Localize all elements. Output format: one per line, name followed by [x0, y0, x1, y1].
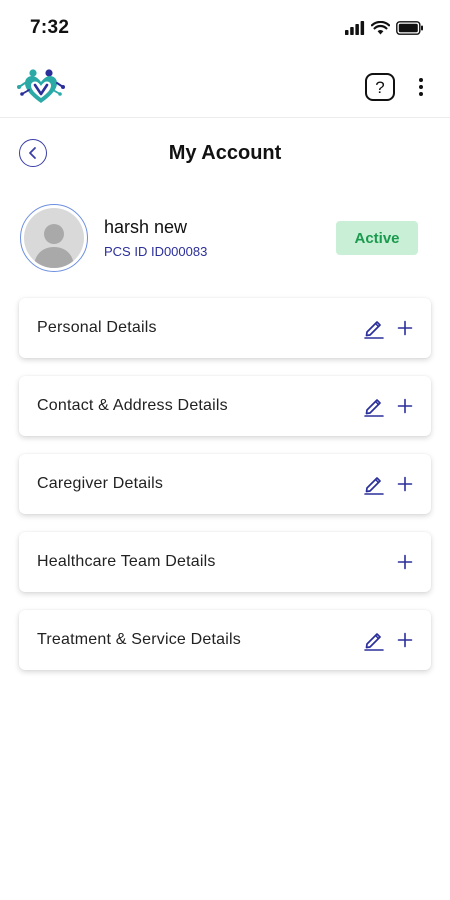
section-healthcare-team-details[interactable]: Healthcare Team Details — [19, 532, 431, 592]
plus-icon — [397, 476, 413, 492]
section-actions — [363, 629, 413, 651]
section-actions — [397, 554, 413, 570]
status-icons — [345, 21, 424, 35]
account-sections: Personal Details Contact & Address Detai… — [0, 298, 450, 670]
edit-caregiver-details-button[interactable] — [363, 473, 385, 495]
section-label: Caregiver Details — [37, 475, 164, 492]
section-actions — [363, 317, 413, 339]
profile-summary: harsh new PCS ID ID000083 Active — [0, 188, 450, 288]
expand-contact-address-button[interactable] — [397, 398, 413, 414]
page-title-bar: My Account — [0, 118, 450, 188]
section-contact-address-details[interactable]: Contact & Address Details — [19, 376, 431, 436]
help-symbol: ? — [375, 78, 384, 97]
profile-text: harsh new PCS ID ID000083 — [104, 217, 336, 259]
avatar-placeholder — [24, 208, 84, 268]
battery-icon — [396, 21, 423, 35]
section-label: Treatment & Service Details — [37, 631, 241, 648]
signal-icon — [345, 21, 365, 35]
my-account-screen: 7:32 ? My Account harsh new PCS ID ID000… — [0, 0, 450, 900]
expand-caregiver-details-button[interactable] — [397, 476, 413, 492]
pencil-icon — [364, 633, 384, 651]
status-time: 7:32 — [30, 17, 70, 38]
plus-icon — [397, 320, 413, 336]
more-vertical-icon — [419, 77, 423, 96]
app-logo-icon — [17, 68, 65, 103]
expand-healthcare-team-button[interactable] — [397, 554, 413, 570]
status-badge: Active — [336, 221, 418, 255]
status-bar: 7:32 — [0, 0, 450, 56]
plus-icon — [397, 398, 413, 414]
plus-icon — [397, 554, 413, 570]
help-button[interactable]: ? — [364, 72, 396, 102]
help-icon: ? — [365, 72, 395, 101]
section-label: Contact & Address Details — [37, 397, 228, 414]
more-options-button[interactable] — [418, 77, 424, 97]
header-actions: ? — [364, 72, 424, 102]
section-personal-details[interactable]: Personal Details — [19, 298, 431, 358]
edit-treatment-service-button[interactable] — [363, 629, 385, 651]
app-header: ? — [0, 56, 450, 118]
pencil-icon — [364, 321, 384, 339]
section-actions — [363, 473, 413, 495]
edit-contact-address-button[interactable] — [363, 395, 385, 417]
pencil-icon — [364, 477, 384, 495]
page-title: My Account — [168, 141, 282, 164]
section-actions — [363, 395, 413, 417]
profile-name: harsh new — [104, 217, 188, 237]
chevron-left-icon — [29, 147, 36, 159]
avatar[interactable] — [20, 204, 88, 272]
section-label: Healthcare Team Details — [37, 553, 216, 570]
plus-icon — [397, 632, 413, 648]
edit-personal-details-button[interactable] — [363, 317, 385, 339]
user-silhouette-icon — [34, 224, 74, 268]
back-button[interactable] — [19, 139, 47, 167]
section-caregiver-details[interactable]: Caregiver Details — [19, 454, 431, 514]
section-label: Personal Details — [37, 319, 157, 336]
pencil-icon — [364, 399, 384, 417]
profile-pcs-id: PCS ID ID000083 — [104, 244, 208, 259]
section-treatment-service-details[interactable]: Treatment & Service Details — [19, 610, 431, 670]
expand-treatment-service-button[interactable] — [397, 632, 413, 648]
wifi-icon — [371, 21, 390, 35]
expand-personal-details-button[interactable] — [397, 320, 413, 336]
